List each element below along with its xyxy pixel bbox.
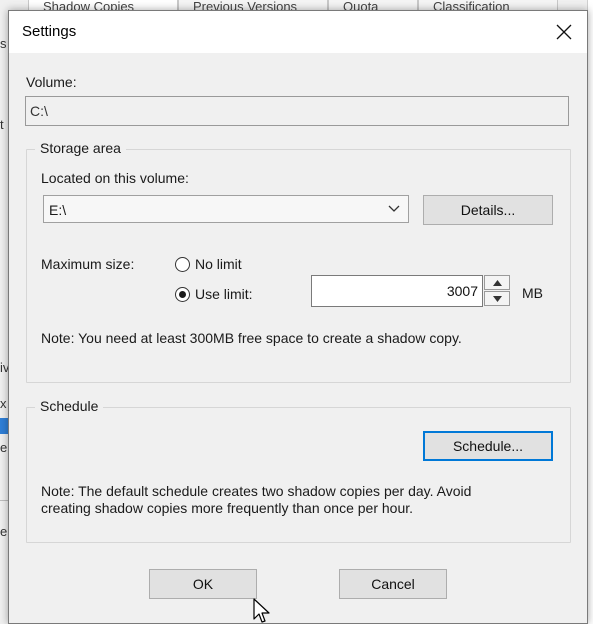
cancel-button[interactable]: Cancel xyxy=(339,569,447,599)
storage-note: Note: You need at least 300MB free space… xyxy=(41,330,462,346)
schedule-note-line-1: Note: The default schedule creates two s… xyxy=(41,483,472,499)
spin-down-button[interactable] xyxy=(484,291,510,306)
schedule-title: Schedule xyxy=(35,398,104,414)
dialog-title: Settings xyxy=(22,23,77,40)
storage-volume-dropdown[interactable]: E:\ xyxy=(43,195,409,223)
bg-fragment-text: t xyxy=(0,117,4,132)
no-limit-label: No limit xyxy=(195,256,242,272)
no-limit-radio-circle[interactable] xyxy=(175,256,190,272)
settings-dialog: Settings Volume: C:\ Storage area Locate… xyxy=(8,10,588,624)
storage-volume-value: E:\ xyxy=(49,202,67,218)
bg-fragment-text: e xyxy=(0,524,8,539)
storage-area-title: Storage area xyxy=(35,140,126,156)
located-on-volume-label: Located on this volume: xyxy=(41,170,189,186)
volume-field: C:\ xyxy=(25,96,569,126)
schedule-group: Schedule xyxy=(26,398,571,543)
use-limit-label: Use limit: xyxy=(195,286,253,302)
volume-label: Volume: xyxy=(26,74,77,90)
spin-up-button[interactable] xyxy=(484,275,510,290)
schedule-note-line-2: creating shadow copies more frequently t… xyxy=(41,500,414,516)
no-limit-radio[interactable]: No limit xyxy=(175,256,242,272)
bg-fragment-text: e xyxy=(0,440,8,455)
use-limit-radio-circle[interactable] xyxy=(175,286,190,302)
details-button[interactable]: Details... xyxy=(423,195,553,225)
size-unit-label: MB xyxy=(522,285,543,301)
schedule-button[interactable]: Schedule... xyxy=(423,431,553,461)
dialog-titlebar[interactable]: Settings xyxy=(9,11,587,53)
size-limit-spinner[interactable] xyxy=(484,275,510,307)
close-icon xyxy=(556,24,572,40)
spin-down-icon xyxy=(493,296,502,302)
close-button[interactable] xyxy=(547,16,581,48)
bg-fragment-text: x xyxy=(0,396,7,411)
ok-button[interactable]: OK xyxy=(149,569,257,599)
mouse-pointer-icon xyxy=(253,598,270,623)
spin-up-icon xyxy=(493,280,502,286)
maximum-size-label: Maximum size: xyxy=(41,256,135,272)
bg-fragment-text: s xyxy=(0,36,7,51)
chevron-down-icon xyxy=(388,205,400,212)
size-limit-input[interactable] xyxy=(311,275,483,307)
use-limit-radio[interactable]: Use limit: xyxy=(175,286,253,302)
schedule-note: Note: The default schedule creates two s… xyxy=(41,483,471,517)
